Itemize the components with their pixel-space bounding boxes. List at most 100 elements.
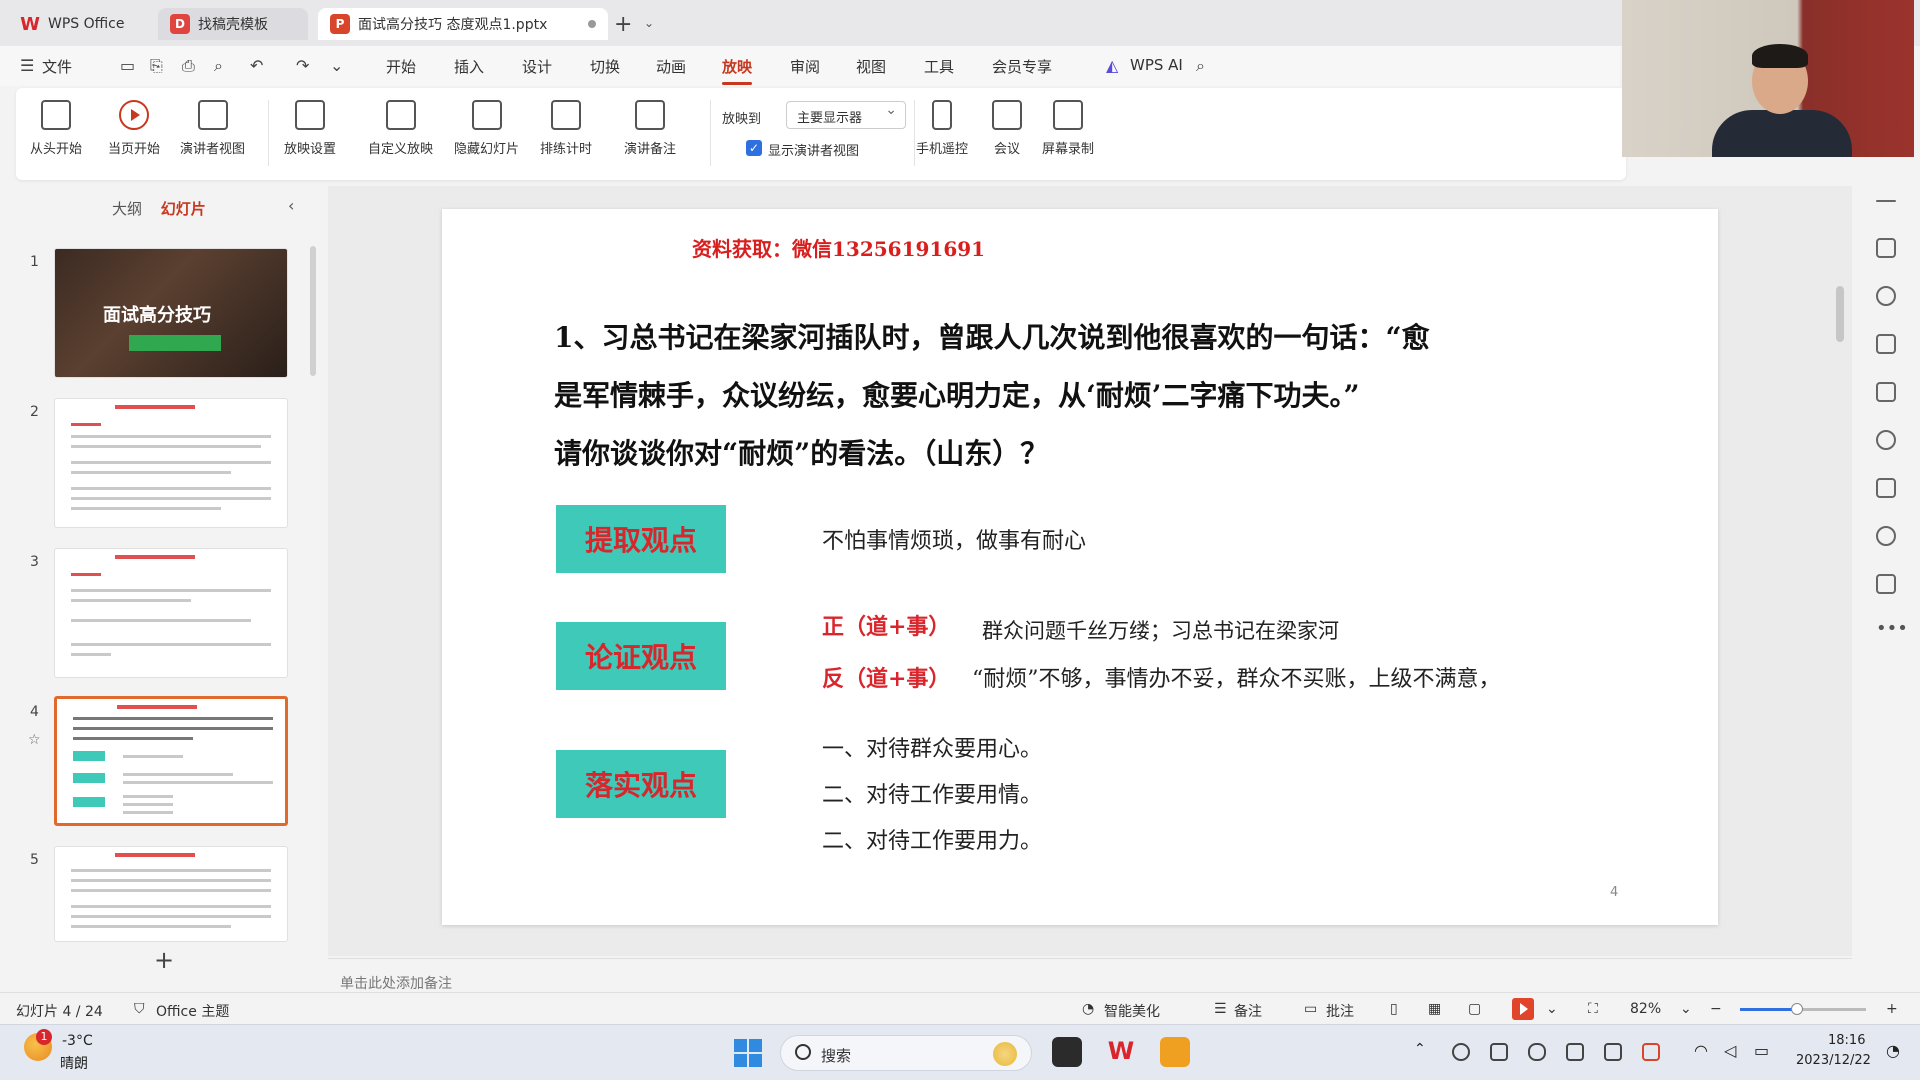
tab-slides[interactable]: 幻灯片	[161, 200, 206, 218]
zoom-slider-handle[interactable]	[1790, 1003, 1803, 1015]
notes-toggle-button[interactable]: 备注	[1234, 1001, 1262, 1021]
canvas-scrollbar[interactable]	[1836, 286, 1844, 342]
share-icon[interactable]	[1876, 574, 1896, 594]
collapse-panel-icon[interactable]: ‹	[288, 196, 294, 215]
wps-ai-button[interactable]: WPS AI	[1130, 56, 1183, 74]
zoom-slider[interactable]	[1740, 1003, 1866, 1015]
print-icon[interactable]: ⎙	[182, 56, 195, 76]
weather-temperature[interactable]: -3°C	[62, 1033, 93, 1049]
tab-wps-office[interactable]: W WPS Office	[8, 8, 148, 40]
tab-document[interactable]: P 面试高分技巧 态度观点1.pptx	[318, 8, 608, 40]
task-view-app-icon[interactable]	[1052, 1037, 1082, 1067]
export-icon[interactable]: ⎘	[150, 56, 163, 76]
slide-thumbnail[interactable]	[54, 548, 288, 678]
windows-start-icon[interactable]	[734, 1039, 762, 1067]
wps-office-taskbar-icon[interactable]: W	[1106, 1037, 1136, 1067]
zoom-in-icon[interactable]: +	[1886, 1001, 1898, 1017]
play-to-display-select[interactable]: 主要显示器	[786, 101, 906, 129]
clock-date[interactable]: 2023/12/22	[1796, 1053, 1871, 1068]
rehearse-timing-button[interactable]: 排练计时	[540, 100, 592, 157]
tab-list-chevron-icon[interactable]: ⌄	[644, 16, 654, 30]
slide-thumbnail[interactable]	[54, 846, 288, 942]
slide-thumbnail-selected[interactable]	[54, 696, 288, 826]
wps-ai-icon[interactable]: ◭	[1106, 56, 1118, 75]
book-icon[interactable]	[1876, 478, 1896, 498]
slide-sorter-icon[interactable]: ▦	[1428, 1001, 1441, 1017]
reading-view-icon[interactable]: ▢	[1468, 1001, 1481, 1017]
custom-show-button[interactable]: 自定义放映	[368, 100, 433, 157]
image-icon[interactable]	[1876, 382, 1896, 402]
normal-view-icon[interactable]: ▯	[1390, 1001, 1398, 1017]
zoom-level[interactable]: 82%	[1630, 1001, 1661, 1017]
cloud-icon[interactable]	[1452, 1043, 1470, 1061]
new-tab-plus-icon[interactable]: +	[614, 12, 632, 37]
current-slide-start-button[interactable]: 当页开始	[108, 100, 160, 157]
more-options-icon[interactable]: •••	[1876, 618, 1908, 639]
fit-to-window-icon[interactable]: ⛶	[1588, 1001, 1598, 1017]
menu-view[interactable]: 视图	[856, 56, 886, 77]
volume-icon[interactable]: ◁	[1724, 1041, 1736, 1060]
battery-icon[interactable]: ▭	[1754, 1041, 1769, 1060]
zoom-out-icon[interactable]: −	[1710, 1001, 1722, 1017]
menu-design[interactable]: 设计	[522, 56, 552, 77]
show-settings-button[interactable]: 放映设置	[284, 100, 336, 157]
slide[interactable]: 资料获取：微信13256191691 1、习总书记在梁家河插队时，曾跟人几次说到…	[442, 209, 1718, 925]
zoom-chevron-icon[interactable]: ⌄	[1680, 1001, 1692, 1017]
input-method-icon[interactable]	[1604, 1043, 1622, 1061]
search-icon[interactable]: ⌕	[1196, 56, 1205, 76]
tools-icon[interactable]	[1876, 430, 1896, 450]
print-preview-icon[interactable]: ⌕	[214, 56, 223, 76]
file-menu[interactable]: 文件	[42, 56, 72, 77]
comments-button[interactable]: 批注	[1326, 1001, 1354, 1021]
notification-bell-icon[interactable]: ◔	[1886, 1041, 1900, 1060]
unsaved-dot-icon[interactable]	[588, 20, 596, 28]
menu-review[interactable]: 审阅	[790, 56, 820, 77]
save-icon[interactable]: ▭	[120, 56, 135, 75]
tab-outline[interactable]: 大纲	[112, 200, 142, 218]
customize-toolbar-chevron-icon[interactable]: ⌄	[330, 56, 343, 75]
microphone-icon[interactable]	[1528, 1043, 1546, 1061]
add-slide-plus-icon[interactable]: +	[154, 946, 174, 974]
clock-time[interactable]: 18:16	[1828, 1033, 1865, 1048]
copy-icon[interactable]	[1876, 334, 1896, 354]
taskbar-search[interactable]: 搜索	[780, 1035, 1032, 1071]
from-start-button[interactable]: 从头开始	[30, 100, 82, 157]
adjust-sliders-icon[interactable]	[1876, 238, 1896, 258]
hamburger-menu-icon[interactable]: ☰	[20, 56, 34, 75]
wifi-icon[interactable]: ◠	[1694, 1041, 1708, 1060]
menu-insert[interactable]: 插入	[454, 56, 484, 77]
theme-name[interactable]: Office 主题	[156, 1001, 229, 1021]
menu-slideshow[interactable]: 放映	[722, 56, 753, 85]
keyboard-icon[interactable]	[1566, 1043, 1584, 1061]
phone-remote-button[interactable]: 手机遥控	[916, 100, 968, 157]
play-slideshow-icon[interactable]	[1512, 998, 1534, 1020]
sync-app-icon[interactable]	[1490, 1043, 1508, 1061]
menu-transition[interactable]: 切换	[590, 56, 620, 77]
slide-thumbnail[interactable]	[54, 398, 288, 528]
redo-icon[interactable]: ↷	[296, 56, 309, 75]
menu-animation[interactable]: 动画	[656, 56, 686, 77]
smart-beautify-button[interactable]: 智能美化	[1104, 1001, 1160, 1021]
show-presenter-view-checkbox[interactable]: ✓	[746, 140, 762, 156]
tray-overflow-chevron-icon[interactable]: ⌃	[1414, 1041, 1426, 1057]
minimize-panel-icon[interactable]	[1876, 200, 1896, 202]
star-icon[interactable]	[1876, 286, 1896, 306]
slide-thumbnail[interactable]: 面试高分技巧	[54, 248, 288, 378]
wps-tray-icon[interactable]	[1642, 1043, 1660, 1061]
recording-app-icon[interactable]	[1160, 1037, 1190, 1067]
speaker-notes-button[interactable]: 演讲备注	[624, 100, 676, 157]
tab-template[interactable]: D 找稿壳模板	[158, 8, 308, 40]
presenter-view-button[interactable]: 演讲者视图	[180, 100, 245, 157]
play-options-chevron-icon[interactable]: ⌄	[1546, 1001, 1558, 1017]
undo-icon[interactable]: ↶	[250, 56, 263, 75]
meeting-button[interactable]: 会议	[992, 100, 1022, 157]
star-icon[interactable]: ☆	[28, 732, 41, 748]
menu-tools[interactable]: 工具	[924, 56, 954, 77]
hide-slide-button[interactable]: 隐藏幻灯片	[454, 100, 519, 157]
menu-home[interactable]: 开始	[386, 56, 416, 77]
screen-record-button[interactable]: 屏幕录制	[1042, 100, 1094, 157]
menu-membership[interactable]: 会员专享	[992, 56, 1052, 77]
help-icon[interactable]	[1876, 526, 1896, 546]
thumbnail-scrollbar[interactable]	[310, 246, 316, 376]
weather-condition[interactable]: 晴朗	[60, 1053, 88, 1073]
